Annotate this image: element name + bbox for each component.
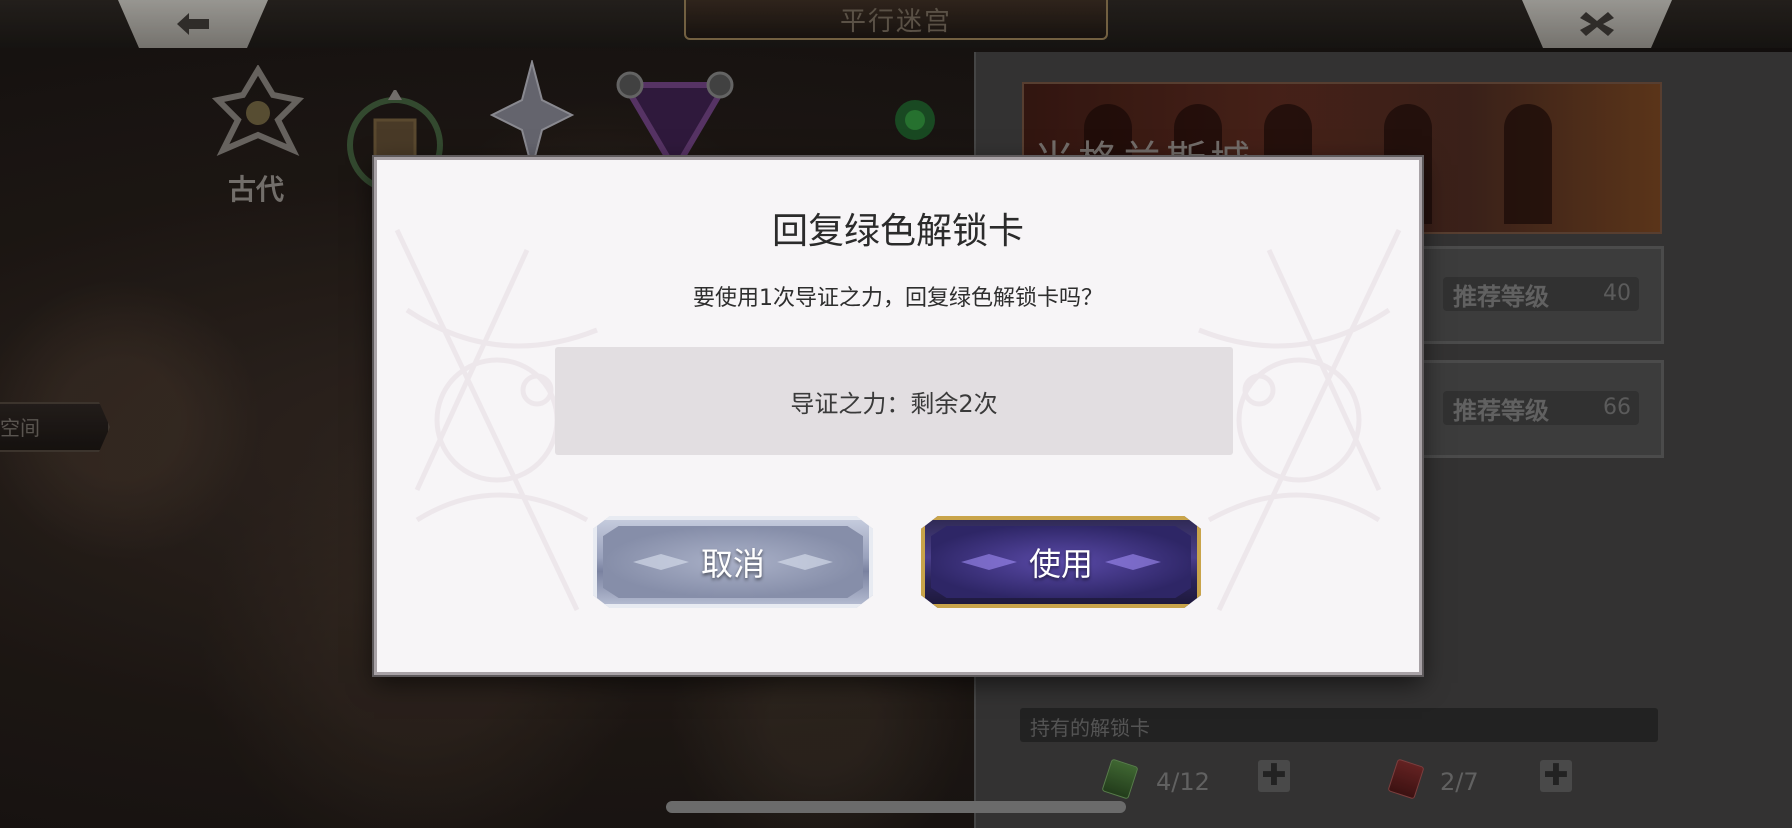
restore-card-dialog: 回复绿色解锁卡 要使用1次导证之力，回复绿色解锁卡吗？ 导证之力：剩余2次 取消… [374, 157, 1422, 675]
dialog-title: 回复绿色解锁卡 [771, 211, 1024, 252]
home-indicator[interactable] [666, 801, 1126, 813]
remaining-uses-box: 导证之力：剩余2次 [555, 347, 1233, 455]
use-button-label: 使用 [1028, 545, 1093, 583]
remaining-uses-text: 导证之力：剩余2次 [790, 389, 998, 418]
dialog-message: 要使用1次导证之力，回复绿色解锁卡吗？ [693, 286, 1103, 311]
cancel-button-label: 取消 [700, 545, 765, 583]
use-button[interactable]: 使用 [921, 516, 1201, 608]
cancel-button[interactable]: 取消 [593, 516, 873, 608]
